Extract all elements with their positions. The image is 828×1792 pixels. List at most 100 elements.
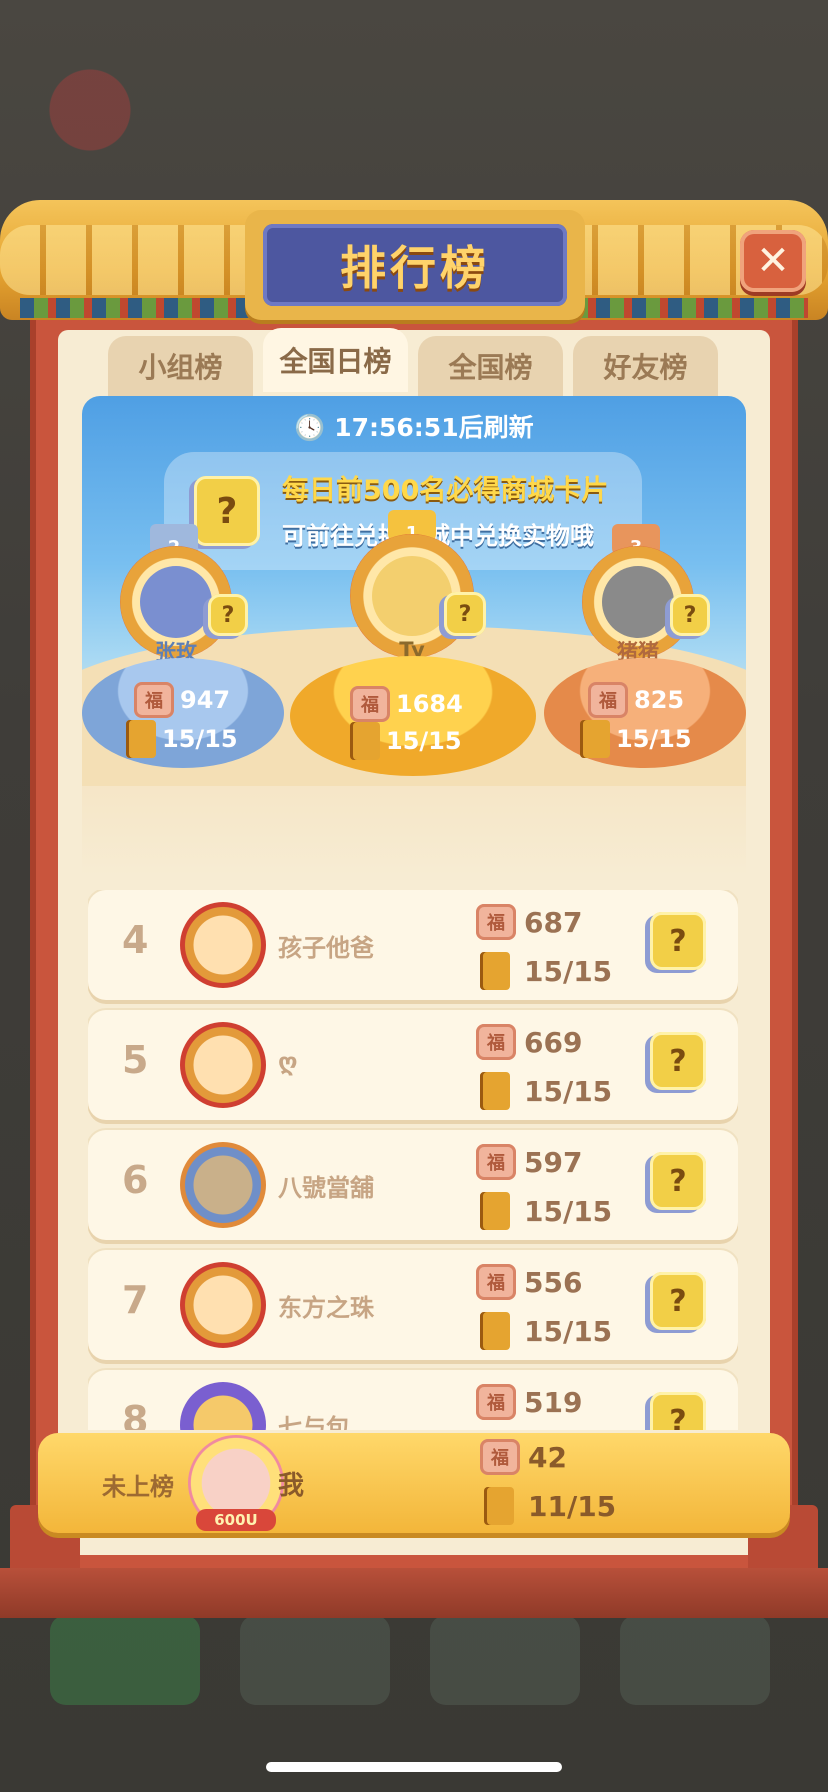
book-icon	[480, 1072, 510, 1110]
avatar	[180, 902, 266, 988]
my-level-badge: 600U	[196, 1509, 276, 1531]
player-score-value: 519	[524, 1385, 583, 1419]
banner-headline: 每日前500名必得商城卡片	[282, 475, 609, 506]
panel-base	[0, 1568, 828, 1618]
player-name: 八號當舖	[278, 1174, 374, 1202]
player-name: ღ	[278, 1048, 298, 1076]
book-icon	[580, 720, 610, 758]
close-icon: ✕	[756, 238, 790, 284]
mystery-card-icon: ?	[650, 1152, 706, 1210]
podium-progress: 15/15	[350, 722, 462, 760]
podium-score: 福 825	[588, 682, 684, 718]
close-button[interactable]: ✕	[740, 230, 806, 292]
player-score: 福 519	[476, 1384, 582, 1420]
tab-friends[interactable]: 好友榜	[573, 336, 718, 396]
rank-number: 7	[122, 1278, 149, 1322]
book-icon	[126, 720, 156, 758]
mystery-card-icon: ?	[444, 592, 486, 636]
podium-score-value: 1684	[396, 690, 463, 718]
avatar	[602, 566, 674, 638]
book-icon	[480, 1192, 510, 1230]
player-progress: 15/15	[480, 952, 612, 990]
my-score-value: 42	[528, 1440, 567, 1474]
podium-score: 福 1684	[350, 686, 463, 722]
fu-icon: 福	[476, 1024, 516, 1060]
player-score: 福 687	[476, 904, 582, 940]
rank-number: 6	[122, 1158, 149, 1202]
player-progress-value: 15/15	[524, 954, 613, 988]
list-item[interactable]: 6 八號當舖 福 597 15/15 ?	[88, 1130, 738, 1240]
player-name: 东方之珠	[278, 1294, 374, 1322]
podium-progress-value: 15/15	[386, 727, 462, 755]
mystery-card-icon: ?	[650, 1272, 706, 1330]
player-name: 七与包	[278, 1414, 350, 1430]
list-item[interactable]: 7 东方之珠 福 556 15/15 ?	[88, 1250, 738, 1360]
list-item[interactable]: 4 孩子他爸 福 687 15/15 ?	[88, 890, 738, 1000]
avatar	[180, 1262, 266, 1348]
podium-board: 🕓 17:56:51后刷新 ? 每日前500名必得商城卡片 可前往兑换商城中兑换…	[82, 396, 746, 876]
fu-icon: 福	[476, 1264, 516, 1300]
fu-icon: 福	[480, 1439, 520, 1475]
rank-number: 8	[122, 1398, 149, 1430]
player-progress-value: 15/15	[524, 1314, 613, 1348]
player-progress-value: 15/15	[524, 1194, 613, 1228]
refresh-timer-text: 17:56:51后刷新	[334, 413, 534, 442]
fu-icon: 福	[134, 682, 174, 718]
fu-icon: 福	[588, 682, 628, 718]
podium-progress: 15/15	[580, 720, 692, 758]
avatar	[372, 556, 452, 636]
podium-score-value: 825	[634, 686, 685, 714]
mystery-card-icon: ?	[650, 1032, 706, 1090]
tab-group[interactable]: 小组榜	[108, 336, 253, 396]
player-score-value: 669	[524, 1025, 583, 1059]
list-item[interactable]: 5 ღ 福 669 15/15 ?	[88, 1010, 738, 1120]
fu-icon: 福	[476, 1144, 516, 1180]
title-plaque-inner: 排行榜	[263, 224, 567, 306]
podium-progress-value: 15/15	[162, 725, 238, 753]
my-progress-value: 11/15	[528, 1489, 617, 1523]
book-icon	[484, 1487, 514, 1525]
fu-icon: 福	[476, 904, 516, 940]
my-name: 我	[278, 1471, 305, 1501]
my-rank-row[interactable]: 未上榜 600U 我 福 42 11/15	[38, 1433, 790, 1533]
mystery-card-icon: ?	[650, 1392, 706, 1430]
leaderboard-tabs: 小组榜 全国日榜 全国榜 好友榜	[108, 328, 718, 396]
ranking-list[interactable]: 4 孩子他爸 福 687 15/15 ? 5 ღ 福 669 15/15 ? 6 八…	[88, 890, 738, 1430]
player-name: 孩子他爸	[278, 934, 374, 962]
player-score-value: 556	[524, 1265, 583, 1299]
mystery-card-icon: ?	[670, 594, 710, 636]
book-icon	[350, 722, 380, 760]
mystery-card-icon: ?	[650, 912, 706, 970]
podium-progress-value: 15/15	[616, 725, 692, 753]
avatar	[180, 1022, 266, 1108]
player-score-value: 687	[524, 905, 583, 939]
my-score: 福 42	[480, 1439, 567, 1475]
player-score: 福 669	[476, 1024, 582, 1060]
player-progress: 15/15	[480, 1072, 612, 1110]
player-progress-value: 15/15	[524, 1074, 613, 1108]
rank-number: 4	[122, 918, 149, 962]
refresh-timer: 🕓 17:56:51后刷新	[82, 408, 746, 444]
player-score-value: 597	[524, 1145, 583, 1179]
home-indicator[interactable]	[266, 1762, 562, 1772]
fu-icon: 福	[350, 686, 390, 722]
mystery-card-icon: ?	[194, 476, 260, 546]
tab-national[interactable]: 全国榜	[418, 336, 563, 396]
fu-icon: 福	[476, 1384, 516, 1420]
book-icon	[480, 1312, 510, 1350]
avatar	[180, 1142, 266, 1228]
tab-national-daily[interactable]: 全国日榜	[263, 328, 408, 392]
podium-score-value: 947	[180, 686, 231, 714]
page-title: 排行榜	[340, 241, 490, 295]
player-score: 福 556	[476, 1264, 582, 1300]
podium-progress: 15/15	[126, 720, 238, 758]
rank-number: 5	[122, 1038, 149, 1082]
blurred-bottom-bar	[0, 1600, 828, 1720]
list-item[interactable]: 8 七与包 福 519 ?	[88, 1370, 738, 1430]
player-progress: 15/15	[480, 1192, 612, 1230]
avatar	[140, 566, 212, 638]
my-progress: 11/15	[484, 1487, 616, 1525]
mystery-card-icon: ?	[208, 594, 248, 636]
title-plaque: 排行榜	[245, 210, 585, 320]
player-progress: 15/15	[480, 1312, 612, 1350]
